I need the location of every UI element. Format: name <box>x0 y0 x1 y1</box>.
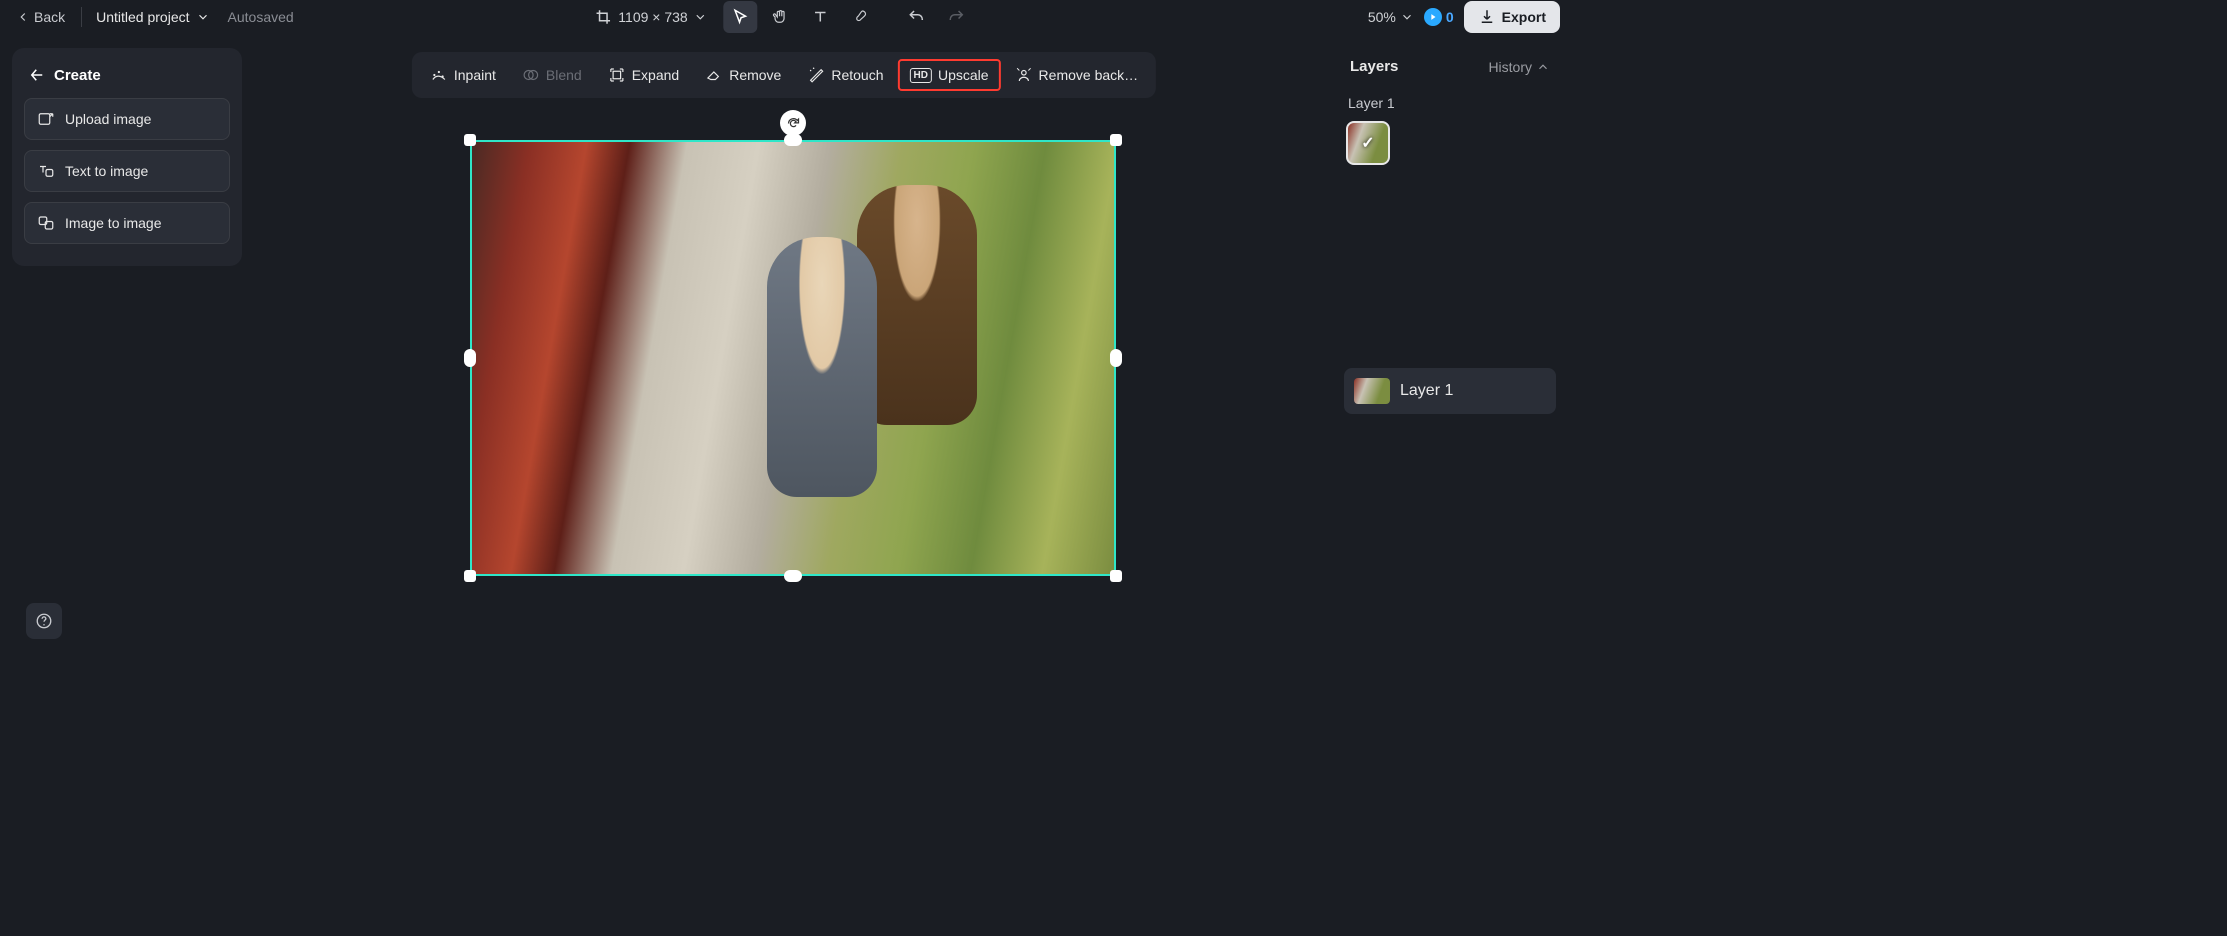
blend-button: Blend <box>510 58 594 92</box>
right-panel: Layers History Layer 1 ✓ Layer 1 <box>1344 48 1556 647</box>
history-label: History <box>1488 59 1532 75</box>
top-center-tools: 1109 × 738 <box>594 1 973 33</box>
remove-label: Remove <box>729 67 781 83</box>
download-icon <box>1478 8 1496 26</box>
layer-mini-thumb <box>1354 378 1390 404</box>
text-to-image-icon <box>37 162 55 180</box>
brush-icon <box>852 8 870 26</box>
image-content <box>767 237 877 497</box>
upload-image-label: Upload image <box>65 111 151 127</box>
resize-handle-tr[interactable] <box>1110 134 1122 146</box>
back-button[interactable]: Back <box>8 5 73 29</box>
left-panel: Create Upload image Text to image Image … <box>12 48 242 266</box>
resize-handle-br[interactable] <box>1110 570 1122 582</box>
retouch-button[interactable]: Retouch <box>795 58 895 92</box>
resize-handle-bottom[interactable] <box>784 570 802 582</box>
text-icon <box>812 8 830 26</box>
history-tab[interactable]: History <box>1488 59 1550 75</box>
chevron-down-icon <box>694 10 708 24</box>
eraser-icon <box>705 66 723 84</box>
refresh-icon <box>786 116 801 131</box>
redo-icon <box>948 8 966 26</box>
remove-bg-label: Remove back… <box>1039 67 1139 83</box>
blend-label: Blend <box>546 67 582 83</box>
layer-thumbnail[interactable]: ✓ <box>1346 121 1390 165</box>
undo-button[interactable] <box>900 1 934 33</box>
select-tool[interactable] <box>724 1 758 33</box>
zoom-value: 50% <box>1368 9 1396 25</box>
canvas-selection[interactable] <box>470 140 1116 576</box>
undo-icon <box>908 8 926 26</box>
remove-button[interactable]: Remove <box>693 58 793 92</box>
retouch-icon <box>807 66 825 84</box>
action-bar: Inpaint Blend Expand Remove Retouch HD U… <box>412 52 1156 98</box>
back-label: Back <box>34 9 65 25</box>
right-panel-header: Layers History <box>1344 48 1556 89</box>
text-to-image-button[interactable]: Text to image <box>24 150 230 192</box>
blend-icon <box>522 66 540 84</box>
image-to-image-button[interactable]: Image to image <box>24 202 230 244</box>
upscale-label: Upscale <box>938 67 989 83</box>
remove-bg-icon <box>1015 66 1033 84</box>
project-name-text: Untitled project <box>96 9 189 25</box>
brush-tool[interactable] <box>844 1 878 33</box>
autosaved-status: Autosaved <box>228 9 294 25</box>
layer-list-label: Layer 1 <box>1400 382 1453 400</box>
resize-handle-right[interactable] <box>1110 349 1122 367</box>
project-name-dropdown[interactable]: Untitled project <box>90 5 215 29</box>
hand-icon <box>772 8 790 26</box>
credits-icon <box>1424 8 1442 26</box>
canvas-dimensions-text: 1109 × 738 <box>618 9 687 25</box>
pan-tool[interactable] <box>764 1 798 33</box>
crop-icon <box>594 8 612 26</box>
text-tool[interactable] <box>804 1 838 33</box>
export-label: Export <box>1502 9 1546 25</box>
resize-handle-top[interactable] <box>784 134 802 146</box>
create-label: Create <box>54 67 101 84</box>
image-to-image-label: Image to image <box>65 215 162 231</box>
layer-list-item[interactable]: Layer 1 <box>1344 368 1556 414</box>
help-icon <box>35 612 53 630</box>
upscale-button[interactable]: HD Upscale <box>898 59 1001 91</box>
resize-handle-left[interactable] <box>464 349 476 367</box>
chevron-left-icon <box>16 10 30 24</box>
credits-indicator[interactable]: 0 <box>1424 8 1454 26</box>
current-layer-label: Layer 1 <box>1344 89 1556 121</box>
upload-image-button[interactable]: Upload image <box>24 98 230 140</box>
cursor-icon <box>732 8 750 26</box>
check-icon: ✓ <box>1361 133 1374 153</box>
resize-handle-tl[interactable] <box>464 134 476 146</box>
expand-label: Expand <box>632 67 679 83</box>
top-bar: Back Untitled project Autosaved 1109 × 7… <box>0 0 1568 34</box>
divider <box>81 7 82 27</box>
image-to-image-icon <box>37 214 55 232</box>
inpaint-icon <box>430 66 448 84</box>
retouch-label: Retouch <box>831 67 883 83</box>
expand-icon <box>608 66 626 84</box>
export-button[interactable]: Export <box>1464 1 1560 33</box>
upload-image-icon <box>37 110 55 128</box>
zoom-dropdown[interactable]: 50% <box>1368 9 1414 25</box>
chevron-down-icon <box>1400 10 1414 24</box>
inpaint-button[interactable]: Inpaint <box>418 58 508 92</box>
credits-count: 0 <box>1446 9 1454 25</box>
redo-button[interactable] <box>940 1 974 33</box>
hd-icon: HD <box>910 68 932 83</box>
chevron-down-icon <box>196 10 210 24</box>
chevron-up-icon <box>1536 60 1550 74</box>
canvas-image[interactable] <box>470 140 1116 576</box>
inpaint-label: Inpaint <box>454 67 496 83</box>
remove-background-button[interactable]: Remove back… <box>1003 58 1151 92</box>
canvas-dimensions-dropdown[interactable]: 1109 × 738 <box>594 8 707 26</box>
expand-button[interactable]: Expand <box>596 58 691 92</box>
regenerate-button[interactable] <box>780 110 806 136</box>
create-back-button[interactable]: Create <box>24 60 230 98</box>
resize-handle-bl[interactable] <box>464 570 476 582</box>
top-right-controls: 50% 0 Export <box>1368 1 1560 33</box>
text-to-image-label: Text to image <box>65 163 148 179</box>
help-button[interactable] <box>26 603 62 639</box>
layers-tab[interactable]: Layers <box>1350 58 1398 75</box>
arrow-left-icon <box>28 66 46 84</box>
